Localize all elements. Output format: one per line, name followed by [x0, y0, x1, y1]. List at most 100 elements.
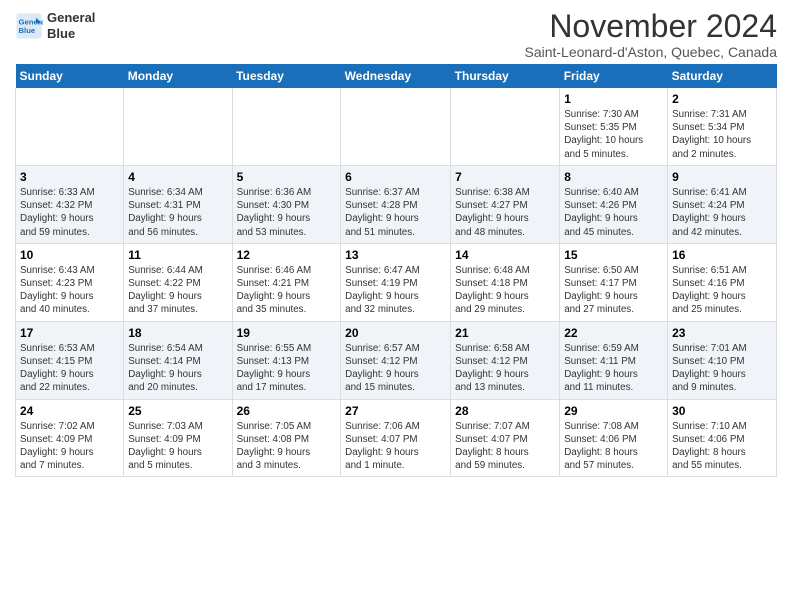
calendar-cell: 9Sunrise: 6:41 AMSunset: 4:24 PMDaylight…: [668, 165, 777, 243]
calendar-cell: 27 Sunrise: 7:06 AMSunset: 4:07 PMDayligh…: [341, 399, 451, 477]
calendar-cell: [124, 88, 232, 165]
day-number: 21: [455, 326, 555, 340]
day-info: Sunrise: 6:33 AMSunset: 4:32 PMDaylight:…: [20, 186, 119, 239]
title-area: November 2024 Saint-Leonard-d'Aston, Que…: [524, 10, 777, 60]
day-number: 4: [128, 170, 227, 184]
calendar-cell: 1 Sunrise: 7:30 AMSunset: 5:35 PMDaylight…: [560, 88, 668, 165]
day-number: 1: [564, 92, 663, 106]
day-number: 10: [20, 248, 119, 262]
day-info: Sunrise: 6:36 AMSunset: 4:30 PMDaylight:…: [237, 186, 337, 239]
day-number: 12: [237, 248, 337, 262]
calendar-week-row: 1 Sunrise: 7:30 AMSunset: 5:35 PMDaylight…: [16, 88, 777, 165]
day-number: 7: [455, 170, 555, 184]
calendar-cell: 10 Sunrise: 6:43 AMSunset: 4:23 PMDayligh…: [16, 243, 124, 321]
calendar-cell: 14 Sunrise: 6:48 AMSunset: 4:18 PMDayligh…: [451, 243, 560, 321]
day-number: 30: [672, 404, 772, 418]
calendar-cell: 26 Sunrise: 7:05 AMSunset: 4:08 PMDayligh…: [232, 399, 341, 477]
calendar-cell: 8Sunrise: 6:40 AMSunset: 4:26 PMDaylight…: [560, 165, 668, 243]
calendar-cell: 15 Sunrise: 6:50 AMSunset: 4:17 PMDayligh…: [560, 243, 668, 321]
calendar-cell: 7 Sunrise: 6:38 AMSunset: 4:27 PMDaylight…: [451, 165, 560, 243]
day-info: Sunrise: 6:34 AMSunset: 4:31 PMDaylight:…: [128, 186, 227, 239]
weekday-header: Friday: [560, 64, 668, 88]
day-number: 2: [672, 92, 772, 106]
day-info: Sunrise: 7:06 AMSunset: 4:07 PMDaylight:…: [345, 420, 446, 473]
day-info: Sunrise: 6:59 AMSunset: 4:11 PMDaylight:…: [564, 342, 663, 395]
calendar-cell: [341, 88, 451, 165]
header: General Blue General Blue November 2024 …: [15, 10, 777, 60]
calendar-body: 1 Sunrise: 7:30 AMSunset: 5:35 PMDaylight…: [16, 88, 777, 477]
day-info: Sunrise: 6:58 AMSunset: 4:12 PMDaylight:…: [455, 342, 555, 395]
day-info: Sunrise: 7:30 AMSunset: 5:35 PMDaylight:…: [564, 108, 663, 161]
day-number: 26: [237, 404, 337, 418]
logo: General Blue General Blue: [15, 10, 95, 41]
calendar-cell: 6 Sunrise: 6:37 AMSunset: 4:28 PMDaylight…: [341, 165, 451, 243]
day-info: Sunrise: 6:41 AMSunset: 4:24 PMDaylight:…: [672, 186, 772, 239]
day-info: Sunrise: 6:53 AMSunset: 4:15 PMDaylight:…: [20, 342, 119, 395]
day-number: 14: [455, 248, 555, 262]
calendar-cell: 12 Sunrise: 6:46 AMSunset: 4:21 PMDayligh…: [232, 243, 341, 321]
day-info: Sunrise: 6:37 AMSunset: 4:28 PMDaylight:…: [345, 186, 446, 239]
day-number: 5: [237, 170, 337, 184]
day-number: 24: [20, 404, 119, 418]
day-info: Sunrise: 6:57 AMSunset: 4:12 PMDaylight:…: [345, 342, 446, 395]
day-number: 27: [345, 404, 446, 418]
day-number: 29: [564, 404, 663, 418]
calendar-table: SundayMondayTuesdayWednesdayThursdayFrid…: [15, 64, 777, 477]
day-number: 25: [128, 404, 227, 418]
page-container: General Blue General Blue November 2024 …: [0, 0, 792, 482]
calendar-cell: 16 Sunrise: 6:51 AMSunset: 4:16 PMDayligh…: [668, 243, 777, 321]
day-info: Sunrise: 6:51 AMSunset: 4:16 PMDaylight:…: [672, 264, 772, 317]
calendar-cell: 3 Sunrise: 6:33 AMSunset: 4:32 PMDaylight…: [16, 165, 124, 243]
calendar-cell: 28Sunrise: 7:07 AMSunset: 4:07 PMDayligh…: [451, 399, 560, 477]
day-info: Sunrise: 6:48 AMSunset: 4:18 PMDaylight:…: [455, 264, 555, 317]
day-number: 18: [128, 326, 227, 340]
day-number: 23: [672, 326, 772, 340]
calendar-cell: 19Sunrise: 6:55 AMSunset: 4:13 PMDayligh…: [232, 321, 341, 399]
calendar-cell: [16, 88, 124, 165]
calendar-cell: 4 Sunrise: 6:34 AMSunset: 4:31 PMDaylight…: [124, 165, 232, 243]
day-info: Sunrise: 6:55 AMSunset: 4:13 PMDaylight:…: [237, 342, 337, 395]
weekday-header: Sunday: [16, 64, 124, 88]
calendar-cell: 30 Sunrise: 7:10 AMSunset: 4:06 PMDayligh…: [668, 399, 777, 477]
weekday-header: Wednesday: [341, 64, 451, 88]
day-number: 6: [345, 170, 446, 184]
day-info: Sunrise: 6:46 AMSunset: 4:21 PMDaylight:…: [237, 264, 337, 317]
logo-icon: General Blue: [15, 12, 43, 40]
calendar-header-row: SundayMondayTuesdayWednesdayThursdayFrid…: [16, 64, 777, 88]
calendar-cell: [451, 88, 560, 165]
calendar-cell: 25 Sunrise: 7:03 AMSunset: 4:09 PMDayligh…: [124, 399, 232, 477]
logo-text: General Blue: [47, 10, 95, 41]
day-number: 20: [345, 326, 446, 340]
day-info: Sunrise: 7:01 AMSunset: 4:10 PMDaylight:…: [672, 342, 772, 395]
calendar-cell: 22 Sunrise: 6:59 AMSunset: 4:11 PMDayligh…: [560, 321, 668, 399]
day-info: Sunrise: 7:03 AMSunset: 4:09 PMDaylight:…: [128, 420, 227, 473]
calendar-cell: 11Sunrise: 6:44 AMSunset: 4:22 PMDayligh…: [124, 243, 232, 321]
day-info: Sunrise: 6:38 AMSunset: 4:27 PMDaylight:…: [455, 186, 555, 239]
day-info: Sunrise: 7:05 AMSunset: 4:08 PMDaylight:…: [237, 420, 337, 473]
day-number: 17: [20, 326, 119, 340]
day-number: 16: [672, 248, 772, 262]
weekday-header: Thursday: [451, 64, 560, 88]
calendar-cell: 18 Sunrise: 6:54 AMSunset: 4:14 PMDayligh…: [124, 321, 232, 399]
calendar-cell: 24Sunrise: 7:02 AMSunset: 4:09 PMDayligh…: [16, 399, 124, 477]
calendar-cell: 17 Sunrise: 6:53 AMSunset: 4:15 PMDayligh…: [16, 321, 124, 399]
calendar-week-row: 3 Sunrise: 6:33 AMSunset: 4:32 PMDaylight…: [16, 165, 777, 243]
day-info: Sunrise: 6:54 AMSunset: 4:14 PMDaylight:…: [128, 342, 227, 395]
day-info: Sunrise: 6:40 AMSunset: 4:26 PMDaylight:…: [564, 186, 663, 239]
calendar-cell: 5 Sunrise: 6:36 AMSunset: 4:30 PMDaylight…: [232, 165, 341, 243]
day-number: 22: [564, 326, 663, 340]
day-info: Sunrise: 6:50 AMSunset: 4:17 PMDaylight:…: [564, 264, 663, 317]
calendar-week-row: 17 Sunrise: 6:53 AMSunset: 4:15 PMDayligh…: [16, 321, 777, 399]
day-info: Sunrise: 6:43 AMSunset: 4:23 PMDaylight:…: [20, 264, 119, 317]
calendar-cell: 20 Sunrise: 6:57 AMSunset: 4:12 PMDayligh…: [341, 321, 451, 399]
calendar-cell: 2Sunrise: 7:31 AMSunset: 5:34 PMDaylight…: [668, 88, 777, 165]
month-title: November 2024: [524, 10, 777, 42]
weekday-header: Monday: [124, 64, 232, 88]
calendar-cell: 29Sunrise: 7:08 AMSunset: 4:06 PMDayligh…: [560, 399, 668, 477]
day-info: Sunrise: 7:10 AMSunset: 4:06 PMDaylight:…: [672, 420, 772, 473]
weekday-header: Tuesday: [232, 64, 341, 88]
day-number: 15: [564, 248, 663, 262]
calendar-cell: 23 Sunrise: 7:01 AMSunset: 4:10 PMDayligh…: [668, 321, 777, 399]
day-info: Sunrise: 7:07 AMSunset: 4:07 PMDaylight:…: [455, 420, 555, 473]
day-number: 3: [20, 170, 119, 184]
